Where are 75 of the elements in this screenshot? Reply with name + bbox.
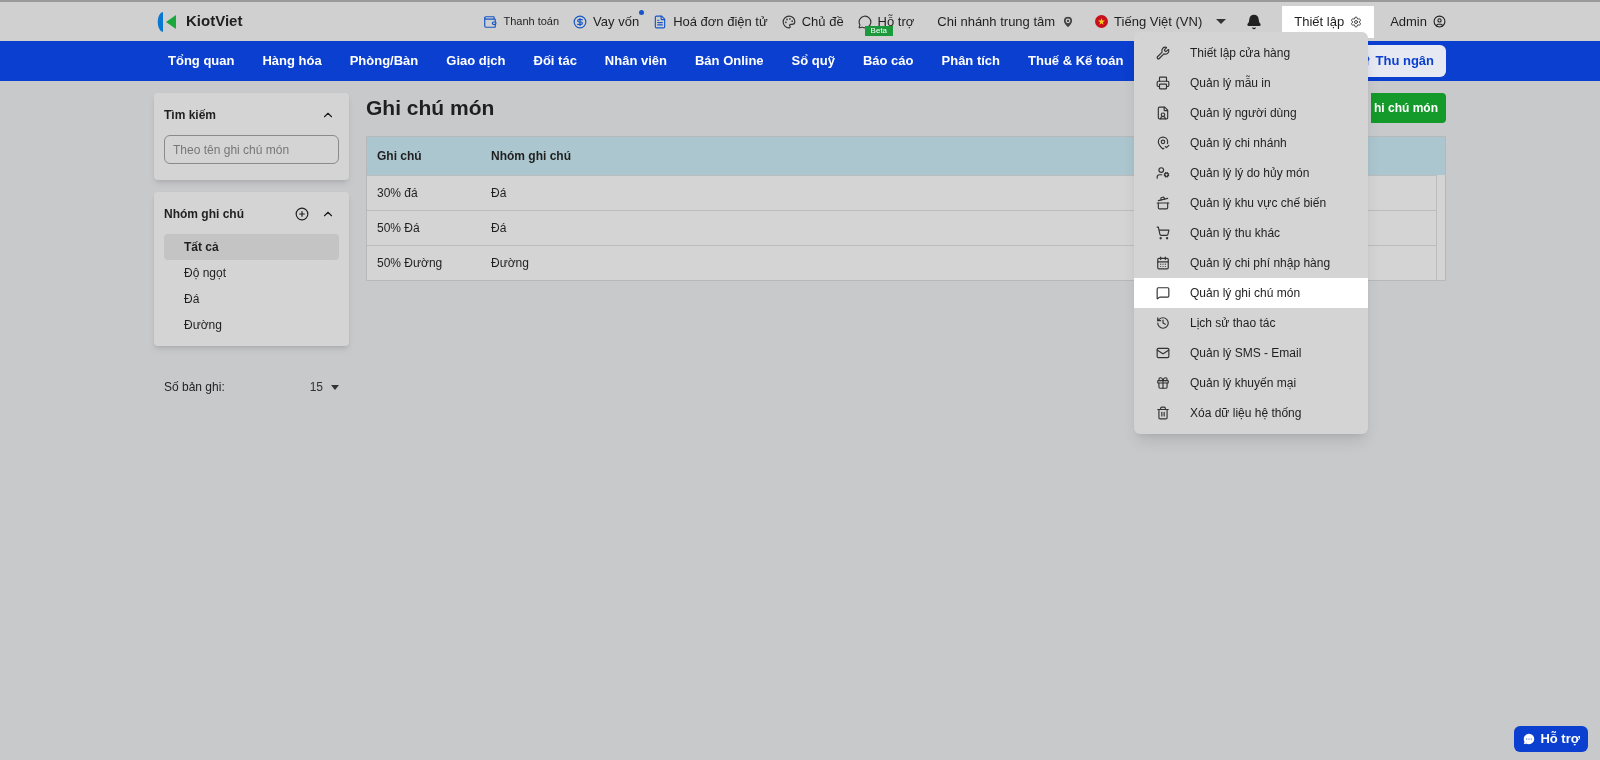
menu-item[interactable]: Quản lý thu khác	[1134, 218, 1368, 248]
column-header: Nhóm ghi chú	[490, 148, 572, 165]
menu-item[interactable]: Quản lý SMS - Email	[1134, 338, 1368, 368]
nav-item[interactable]: Sổ quỹ	[777, 51, 849, 71]
menu-item[interactable]: Quản lý khuyến mại	[1134, 368, 1368, 398]
notification-bell-icon[interactable]	[1246, 13, 1263, 30]
add-icon[interactable]	[295, 207, 309, 221]
nav-item[interactable]: Nhân viên	[590, 51, 681, 71]
palette-icon	[781, 14, 796, 29]
calendar-icon	[1156, 256, 1170, 270]
menu-item[interactable]: Quản lý lý do hủy món	[1134, 158, 1368, 188]
table-cell-text: 50% Đường	[376, 255, 444, 272]
group-item[interactable]: Đá	[164, 286, 339, 312]
location-pin-icon	[1156, 136, 1170, 150]
table-cell-text: 50% Đá	[376, 220, 421, 237]
flag-icon	[1095, 15, 1109, 28]
nav-item[interactable]: Hàng hóa	[248, 51, 336, 71]
caret-icon	[331, 384, 339, 390]
menu-item[interactable]: Quản lý chi nhánh	[1134, 128, 1368, 158]
chat-bubble-icon	[857, 14, 872, 29]
header-link[interactable]: Chủ đề	[774, 11, 851, 32]
gear-icon	[1350, 15, 1363, 28]
panel-title: Tìm kiếm	[164, 107, 217, 124]
help-button[interactable]: Hỗ trợ	[1514, 726, 1588, 752]
group-item[interactable]: Độ ngọt	[164, 260, 339, 286]
search-field[interactable]: Theo tên ghi chú món	[164, 135, 339, 164]
gift-icon	[1156, 376, 1170, 390]
menu-item[interactable]: Xóa dữ liệu hệ thống	[1134, 398, 1368, 428]
menu-item[interactable]: Quản lý chi phí nhập hàng	[1134, 248, 1368, 278]
nav-item[interactable]: Giao dịch	[432, 51, 520, 71]
nav-item[interactable]: Báo cáo	[848, 51, 928, 71]
menu-item[interactable]: Quản lý khu vực chế biến	[1134, 188, 1368, 218]
nav-item[interactable]: Tổng quan	[154, 51, 249, 71]
caret-icon	[1216, 18, 1227, 25]
history-icon	[1156, 316, 1170, 330]
menu-item[interactable]: Quản lý ghi chú món	[1134, 278, 1368, 308]
mail-icon	[1156, 346, 1170, 360]
trash-icon	[1156, 406, 1170, 420]
chat-icon	[1156, 286, 1170, 300]
brand-name: KiotViet	[186, 11, 243, 32]
bowl-icon	[1156, 196, 1170, 210]
chat-bubble-icon	[1522, 732, 1537, 746]
nav-item[interactable]: Phòng/Bàn	[335, 51, 433, 71]
page-title: Ghi chú món	[366, 95, 495, 122]
branch-selector[interactable]: Chi nhánh trung tâm	[937, 11, 1076, 32]
add-note-button[interactable]: hi chú món	[1371, 93, 1446, 123]
user-icon	[1433, 15, 1446, 28]
table-cell-text: 30% đá	[376, 185, 419, 202]
page-size-selector[interactable]: 15	[309, 378, 339, 396]
nav-item[interactable]: Phân tích	[927, 51, 1015, 71]
user-gear-icon	[1156, 166, 1170, 180]
user-card-icon	[1156, 106, 1170, 120]
user-menu[interactable]: Admin	[1390, 11, 1446, 32]
group-item[interactable]: Tất cả	[164, 234, 339, 260]
language-selector[interactable]: Tiếng Việt (VN)	[1095, 11, 1227, 32]
header-link[interactable]: Vay vốn	[566, 11, 647, 32]
document-icon	[653, 14, 668, 29]
table-cell-text: Đá	[490, 220, 508, 237]
menu-item[interactable]: Quản lý người dùng	[1134, 98, 1368, 128]
header-link[interactable]: Hoá đơn điện tử	[646, 11, 775, 32]
menu-item[interactable]: Lịch sử thao tác	[1134, 308, 1368, 338]
table-cell-text: Đá	[490, 185, 508, 202]
header-link[interactable]: Thanh toán	[476, 13, 567, 30]
cart-icon	[1156, 226, 1170, 240]
nav-item[interactable]: Bán Online	[681, 51, 778, 71]
beta-badge: Beta	[864, 25, 894, 36]
page-size-label: Số bản ghi:	[164, 379, 225, 396]
table-cell-text: Đường	[490, 255, 530, 272]
group-item[interactable]: Đường	[164, 312, 339, 338]
nav-item[interactable]: Đối tác	[519, 51, 591, 71]
wallet-icon	[483, 14, 498, 29]
column-header: Ghi chú	[376, 148, 423, 165]
printer-icon	[1156, 76, 1170, 90]
wrench-icon	[1156, 46, 1170, 60]
panel-title: Nhóm ghi chú	[164, 206, 244, 223]
